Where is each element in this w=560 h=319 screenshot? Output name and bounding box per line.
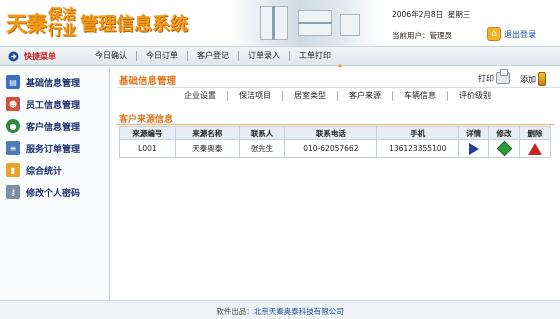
cell-contact: 张先生 (238, 139, 286, 158)
col-detail: 详情 (458, 126, 490, 140)
quick-menu-bar: 快捷菜单 今日确认 今日订单 客户登记 订单录入 工单打印 (0, 46, 560, 66)
col-source-name: 来源名称 (174, 126, 240, 140)
footer: 软件出品：北京天秦奥泰科技有限公司 (0, 300, 560, 319)
section-divider (117, 124, 554, 125)
printer-icon (496, 69, 510, 84)
customer-source-table: 来源编号 来源名称 联系人 联系电话 手机 详情 修改 删除 L001 天秦奥泰… (119, 126, 551, 158)
sidebar-item-label: 员工信息管理 (26, 100, 81, 111)
col-source-id: 来源编号 (119, 126, 176, 140)
user-label: 当前用户： (392, 31, 430, 40)
col-edit: 修改 (488, 126, 521, 140)
print-button[interactable]: 打印 (478, 69, 510, 84)
sidebar-item-statistics[interactable]: ▮ 综合统计 (0, 160, 108, 180)
sidebar-item-label: 客户信息管理 (26, 122, 81, 133)
nav-order-entry[interactable]: 订单录入 (238, 51, 289, 61)
key-logout-icon: ⌂ (487, 27, 501, 41)
table-row: L001 天秦奥泰 张先生 010-62057662 136123355100 (119, 139, 551, 158)
document-icon: ≡ (6, 141, 20, 155)
app-header: 天秦 保洁 行业 管理信息系统 2006年2月8日 星期三 当前用户：管理员 ⌂… (0, 0, 560, 46)
key-icon: ⚷ (6, 185, 20, 199)
logo-industry: 保洁 行业 (48, 7, 76, 39)
logo-system-name: 管理信息系统 (80, 14, 188, 35)
logo-brand: 天秦 (6, 11, 47, 36)
sidebar-item-label: 修改个人密码 (26, 188, 81, 199)
cell-detail (458, 139, 490, 158)
logout-label: 退出登录 (504, 29, 536, 39)
sidebar-item-change-password[interactable]: ⚷ 修改个人密码 (0, 182, 108, 202)
tab-company-settings[interactable]: 企业设置 (173, 91, 227, 101)
tab-vehicle-info[interactable]: 车辆信息 (392, 91, 447, 101)
quick-menu-icon (8, 51, 19, 62)
col-contact: 联系人 (238, 126, 286, 140)
date-text: 2006年2月8日 (392, 10, 444, 19)
book-icon: ▤ (6, 75, 20, 89)
col-delete: 删除 (519, 126, 551, 140)
add-can-icon (538, 72, 546, 86)
sidebar-item-label: 综合统计 (26, 166, 63, 177)
sidebar-item-staff-info[interactable]: ☻ 员工信息管理 (0, 94, 108, 114)
current-date: 2006年2月8日 星期三 (392, 9, 470, 20)
sidebar-item-service-orders[interactable]: ≡ 服务订单管理 (0, 138, 108, 158)
col-mobile: 手机 (376, 126, 460, 140)
sidebar-item-label: 基础信息管理 (26, 78, 81, 89)
footer-prefix: 软件出品： (216, 307, 254, 316)
cell-source-name: 天秦奥泰 (174, 139, 240, 158)
sidebar-item-basic-info[interactable]: ▤ 基础信息管理 (0, 72, 108, 92)
col-phone: 联系电话 (284, 126, 378, 140)
tab-room-types[interactable]: 居室类型 (282, 91, 337, 101)
cell-mobile: 136123355100 (376, 139, 460, 158)
subtabs: 企业设置 保洁项目 居室类型 客户来源 车辆信息 评价级别 (173, 91, 502, 101)
table-header-row: 来源编号 来源名称 联系人 联系电话 手机 详情 修改 删除 (119, 126, 551, 140)
sidebar-item-customer-info[interactable]: ● 客户信息管理 (0, 116, 108, 136)
logo-industry-line1: 保洁 (48, 7, 76, 23)
weekday-text: 星期三 (447, 10, 471, 19)
cell-phone: 010-62057662 (284, 139, 378, 158)
people-icon: ☻ (6, 97, 20, 111)
nav-customer-register[interactable]: 客户登记 (187, 51, 238, 61)
app-logo: 天秦 保洁 行业 管理信息系统 (6, 5, 188, 41)
tab-rating-levels[interactable]: 评价级别 (447, 91, 502, 101)
title-divider (117, 87, 560, 88)
logout-button[interactable]: ⌂ 退出登录 (487, 26, 536, 42)
nav-today-confirm[interactable]: 今日确认 (86, 51, 136, 61)
quick-menu-items: 今日确认 今日订单 客户登记 订单录入 工单打印 (86, 51, 340, 61)
nav-today-orders[interactable]: 今日订单 (136, 51, 187, 61)
sidebar: ▤ 基础信息管理 ☻ 员工信息管理 ● 客户信息管理 ≡ 服务订单管理 ▮ 综合… (0, 67, 110, 300)
nav-work-order-print[interactable]: 工单打印 (289, 51, 340, 61)
cell-source-id: L001 (119, 139, 176, 158)
detail-arrow-icon[interactable] (468, 142, 479, 155)
footer-company-link[interactable]: 北京天秦奥泰科技有限公司 (254, 307, 344, 316)
print-label: 打印 (478, 73, 494, 83)
cell-edit (488, 139, 521, 158)
footer-credit: 软件出品：北京天秦奥泰科技有限公司 (0, 306, 560, 317)
header-illustration (232, 0, 382, 46)
sidebar-item-label: 服务订单管理 (26, 144, 81, 155)
add-button[interactable]: 添加 (520, 72, 546, 86)
globe-icon: ● (6, 119, 20, 133)
tab-cleaning-items[interactable]: 保洁项目 (227, 91, 282, 101)
user-name: 管理员 (429, 31, 453, 40)
add-label: 添加 (520, 74, 536, 84)
main-content: 基础信息管理 打印 添加 企业设置 保洁项目 居室类型 客户来源 车辆信息 评价… (111, 67, 560, 300)
bar-chart-icon: ▮ (6, 163, 20, 177)
logo-industry-line2: 行业 (48, 23, 76, 39)
delete-warning-icon[interactable] (528, 142, 542, 155)
tab-customer-source[interactable]: 客户来源 (337, 91, 392, 101)
quick-menu-label: 快捷菜单 (24, 52, 56, 61)
current-user: 当前用户：管理员 (392, 30, 452, 41)
page-title: 基础信息管理 (119, 76, 177, 87)
edit-diamond-icon[interactable] (496, 140, 512, 157)
cell-delete (519, 139, 551, 158)
